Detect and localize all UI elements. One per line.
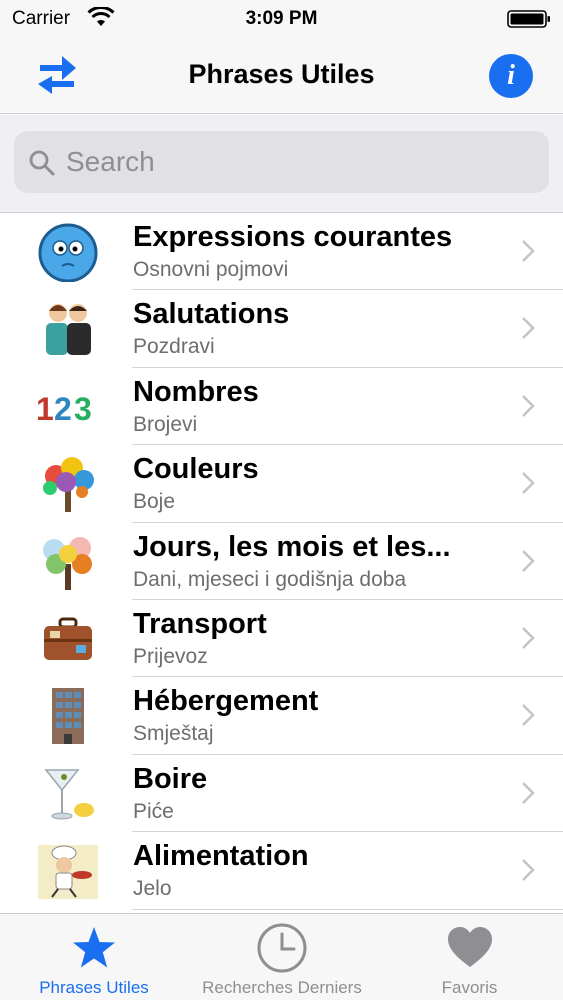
list-item-title: Jours, les mois et les... (133, 530, 451, 563)
svg-text:2: 2 (54, 391, 72, 427)
chevron-right-icon (522, 394, 535, 417)
search-box[interactable] (14, 131, 549, 193)
list-item[interactable]: Alimentation Jelo (0, 832, 563, 910)
list-item[interactable]: Jours, les mois et les... Dani, mjeseci … (0, 523, 563, 600)
chevron-right-icon (522, 240, 535, 262)
list-item-subtitle: Brojevi (133, 412, 198, 436)
list-item-subtitle: Pozdravi (133, 335, 215, 359)
tab-bar: Phrases Utiles Recherches Derniers Favor… (0, 913, 563, 1000)
status-bar: Carrier 3:09 PM (0, 0, 563, 40)
list-item-title: Nombres (133, 375, 259, 408)
tab-label: Recherches Derniers (202, 978, 362, 997)
tab-recherches-derniers[interactable]: Recherches Derniers (188, 914, 376, 1000)
chevron-right-icon (522, 627, 535, 649)
list-item-subtitle: Prijevoz (133, 644, 208, 668)
chevron-right-icon (522, 317, 535, 340)
svg-text:1: 1 (36, 391, 54, 427)
tab-favoris[interactable]: Favoris (376, 914, 563, 1000)
list-item-title: Boire (133, 762, 208, 795)
clock-icon (257, 923, 307, 973)
chevron-right-icon (522, 704, 535, 727)
search-icon (29, 150, 55, 176)
list-item[interactable]: 1 2 3 Nombres Brojevi (0, 368, 563, 446)
search-input[interactable] (66, 141, 526, 183)
numbers-icon: 1 2 3 (36, 391, 92, 427)
search-bar (0, 115, 563, 213)
list-item-subtitle: Dani, mjeseci i godišnja doba (133, 567, 407, 591)
suitcase-icon (44, 617, 92, 660)
list-item[interactable]: Couleurs Boje (0, 445, 563, 523)
chevron-right-icon (522, 781, 535, 804)
chevron-right-icon (522, 472, 535, 495)
list-item-title: Couleurs (133, 453, 259, 486)
divider (132, 908, 563, 910)
tab-label: Phrases Utiles (39, 978, 149, 997)
tab-phrases-utiles[interactable]: Phrases Utiles (0, 914, 188, 1000)
chef-icon (38, 845, 98, 900)
heart-icon (447, 927, 492, 967)
list-item[interactable]: Boire Piće (0, 755, 563, 833)
cocktail-icon (44, 768, 94, 820)
greeting-people-icon (46, 304, 91, 356)
list-item-subtitle: Piće (133, 799, 174, 823)
svg-text:3: 3 (74, 391, 92, 427)
list-item-title: Salutations (133, 298, 290, 331)
star-icon (73, 927, 115, 968)
seasons-tree-icon (43, 536, 92, 590)
list-item[interactable]: Transport Prijevoz (0, 600, 563, 678)
list-item-subtitle: Jelo (133, 877, 172, 901)
page-title: Phrases Utiles (188, 59, 375, 89)
status-time: 3:09 PM (245, 8, 318, 29)
chevron-right-icon (522, 859, 535, 882)
list-item-subtitle: Smještaj (133, 722, 214, 746)
list-item-title: Alimentation (133, 840, 309, 873)
colorful-tree-icon (43, 457, 94, 513)
info-icon[interactable]: i (489, 54, 533, 98)
tab-label: Favoris (441, 978, 498, 997)
list-item[interactable]: Expressions courantes Osnovni pojmovi (0, 213, 563, 291)
list-item-title: Hébergement (133, 685, 319, 718)
list-item[interactable]: Salutations Pozdravi (0, 290, 563, 368)
battery-icon (507, 10, 550, 28)
list-item-title: Expressions courantes (133, 221, 453, 253)
building-icon (52, 688, 84, 745)
smiley-face-icon (38, 223, 98, 282)
chevron-right-icon (522, 549, 535, 572)
list-item-subtitle: Boje (133, 490, 176, 514)
category-list: Expressions courantes Osnovni pojmovi Sa… (0, 213, 563, 913)
list-item-subtitle: Osnovni pojmovi (133, 258, 289, 281)
list-item-title: Transport (133, 607, 267, 640)
list-item[interactable]: Hébergement Smještaj (0, 677, 563, 755)
navigation-bar: Phrases Utiles i (0, 40, 563, 114)
